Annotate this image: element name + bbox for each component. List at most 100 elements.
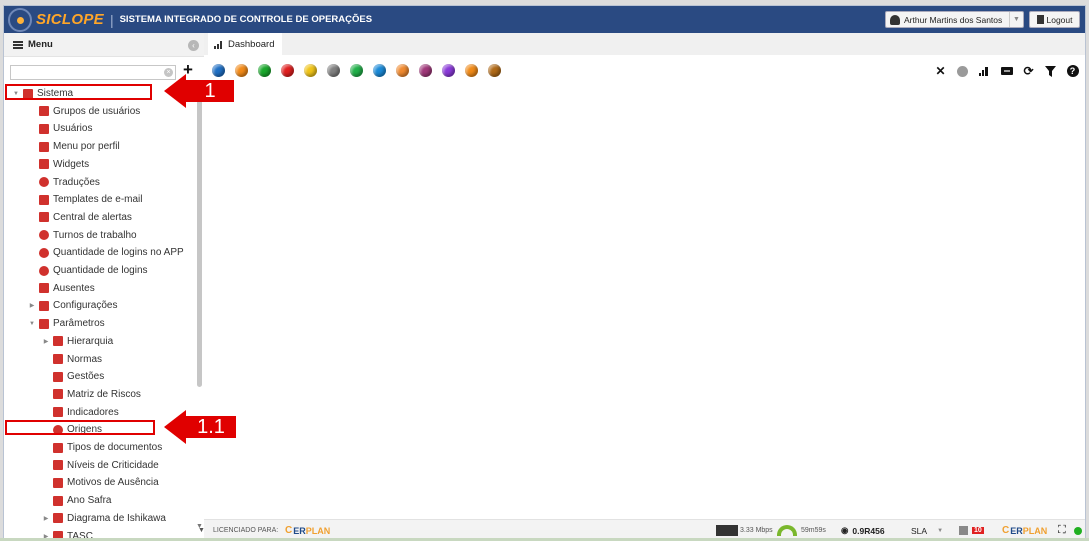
menu-item[interactable]: Templates de e-mail bbox=[28, 191, 142, 208]
menu-item[interactable]: ▶ Configurações bbox=[28, 297, 118, 314]
menu-item[interactable]: Níveis de Criticidade bbox=[42, 457, 159, 474]
logo-separator: | bbox=[109, 11, 114, 28]
annotation-label-1: 1 bbox=[186, 80, 234, 102]
close-icon[interactable]: ✕ bbox=[934, 64, 947, 78]
help-icon[interactable]: ? bbox=[1066, 65, 1079, 78]
notification-badge: 10 bbox=[972, 527, 984, 534]
menu-item[interactable]: ▶ Hierarquia bbox=[42, 333, 113, 350]
menu-item[interactable]: Normas bbox=[42, 351, 102, 368]
menu-item-label: Normas bbox=[67, 353, 103, 365]
alert-circle-icon bbox=[39, 247, 49, 258]
color-filter-dot-icon[interactable] bbox=[396, 64, 409, 77]
stopwatch-icon bbox=[39, 230, 49, 241]
logout-button[interactable]: Logout bbox=[1029, 11, 1080, 28]
book-icon bbox=[53, 354, 63, 364]
collapse-sidebar-icon[interactable]: ‹ bbox=[188, 40, 199, 51]
menu-item[interactable]: Widgets bbox=[28, 156, 89, 173]
calendar-icon bbox=[959, 526, 968, 535]
collapse-caret-icon[interactable]: ▶ bbox=[42, 515, 50, 522]
menu-item[interactable]: Turnos de trabalho bbox=[28, 227, 137, 244]
calendar-badge[interactable]: 10 bbox=[959, 520, 984, 538]
speed-icon bbox=[716, 525, 738, 536]
annotation-label-1-1: 1.1 bbox=[186, 416, 236, 438]
status-bar: ▼ LICENCIADO PARA: C ER PLAN 3.33 Mbps 59m… bbox=[198, 519, 1085, 538]
fullscreen-icon[interactable]: ⛶ bbox=[1058, 520, 1066, 538]
collapse-caret-icon[interactable]: ▶ bbox=[42, 338, 50, 345]
menu-item[interactable]: Indicadores bbox=[42, 404, 119, 421]
color-filter-dot-icon[interactable] bbox=[465, 64, 478, 77]
menu-item-label: Quantidade de logins bbox=[53, 265, 148, 276]
hamburger-icon bbox=[13, 40, 23, 49]
user-dropdown[interactable]: Arthur Martins dos Santos ▼ bbox=[885, 11, 1024, 28]
menu-item[interactable]: Motivos de Ausência bbox=[42, 474, 159, 491]
globe-icon bbox=[39, 177, 49, 187]
sidebar-scrollbar[interactable] bbox=[197, 97, 202, 387]
color-filter-dot-icon[interactable] bbox=[212, 64, 225, 77]
tab-dashboard[interactable]: Dashboard bbox=[208, 33, 282, 55]
highlight-origens bbox=[5, 420, 155, 435]
menu-item[interactable]: ▼ Parâmetros bbox=[28, 315, 105, 332]
color-filter-dot-icon[interactable] bbox=[258, 64, 271, 77]
menu-item-label: Menu por perfil bbox=[53, 141, 120, 153]
erplan-logo: C ER PLAN bbox=[285, 525, 331, 536]
expand-caret-icon[interactable]: ▼ bbox=[28, 321, 36, 327]
menu-item[interactable]: Tipos de documentos bbox=[42, 439, 162, 456]
logout-label: Logout bbox=[1046, 14, 1073, 25]
menu-item[interactable]: Grupos de usuários bbox=[28, 103, 140, 120]
menu-item[interactable]: Ano Safra bbox=[42, 492, 111, 509]
menu-search-input[interactable] bbox=[10, 65, 176, 80]
annotation-arrow-1: 1 bbox=[164, 74, 234, 108]
envelope-icon bbox=[39, 212, 49, 223]
signal-icon bbox=[39, 159, 49, 170]
menu-item[interactable]: Menu por perfil bbox=[28, 138, 120, 155]
users-icon bbox=[39, 123, 49, 134]
menu-item-label: Turnos de trabalho bbox=[53, 229, 137, 241]
color-filter-dot-icon[interactable] bbox=[327, 64, 340, 77]
menu-item[interactable]: Gestões bbox=[42, 368, 104, 385]
menu-item-label: Hierarquia bbox=[67, 335, 114, 347]
color-filter-dot-icon[interactable] bbox=[304, 64, 317, 77]
sla-dropdown[interactable]: SLA ▼ bbox=[911, 520, 944, 538]
highlight-sistema bbox=[5, 84, 152, 100]
filter-icon[interactable] bbox=[1044, 65, 1057, 78]
menu-item[interactable]: Matriz de Riscos bbox=[42, 386, 141, 403]
circle-gray-icon[interactable] bbox=[956, 65, 969, 78]
user-icon bbox=[890, 14, 900, 25]
refresh-icon[interactable]: ⟳ bbox=[1022, 64, 1035, 78]
footer-caret-icon: ▼ bbox=[198, 527, 205, 534]
folder-open-icon bbox=[39, 318, 49, 329]
color-filter-dot-icon[interactable] bbox=[419, 64, 432, 77]
menu-label: Menu bbox=[28, 39, 53, 50]
color-filter-dot-icon[interactable] bbox=[350, 64, 363, 77]
menu-item-label: Traduções bbox=[53, 176, 100, 188]
menu-item[interactable]: Central de alertas bbox=[28, 209, 132, 226]
menu-item-label: Ausentes bbox=[53, 282, 95, 294]
menu-item[interactable]: Traduções bbox=[28, 174, 100, 191]
menu-item-label: Ano Safra bbox=[67, 495, 112, 507]
main-area: Dashboard ✕ ⟳ ? bbox=[204, 33, 1085, 538]
signal-icon[interactable] bbox=[978, 65, 991, 78]
color-filter-dot-icon[interactable] bbox=[281, 64, 294, 77]
transfer-icon[interactable] bbox=[1000, 65, 1013, 78]
color-filter-dot-icon[interactable] bbox=[442, 64, 455, 77]
menu-item-label: Tipos de documentos bbox=[67, 442, 163, 453]
color-filter-dot-icon[interactable] bbox=[488, 64, 501, 77]
menu-item[interactable]: Quantidade de logins no APP bbox=[28, 244, 184, 261]
menu-item[interactable]: Ausentes bbox=[28, 280, 95, 297]
collapse-caret-icon[interactable]: ▶ bbox=[28, 302, 36, 309]
menu-item-label: Indicadores bbox=[67, 406, 119, 418]
eye-icon: ◉ bbox=[841, 525, 849, 535]
color-filter-dot-icon[interactable] bbox=[373, 64, 386, 77]
menu-header[interactable]: Menu bbox=[4, 33, 204, 57]
chevron-down-icon: ▼ bbox=[937, 527, 944, 534]
logout-icon bbox=[1036, 15, 1044, 24]
menu-item[interactable]: Quantidade de logins bbox=[28, 262, 148, 279]
dashboard-toolbar: ✕ ⟳ ? bbox=[934, 63, 1079, 79]
email-template-icon bbox=[39, 194, 49, 205]
menu-item[interactable]: ▶ Diagrama de Ishikawa bbox=[42, 510, 166, 527]
grid-icon bbox=[53, 389, 63, 400]
menu-item-label: Central de alertas bbox=[53, 211, 132, 223]
logo-icon bbox=[8, 7, 32, 32]
color-filter-dot-icon[interactable] bbox=[235, 64, 248, 77]
menu-item[interactable]: Usuários bbox=[28, 120, 92, 137]
